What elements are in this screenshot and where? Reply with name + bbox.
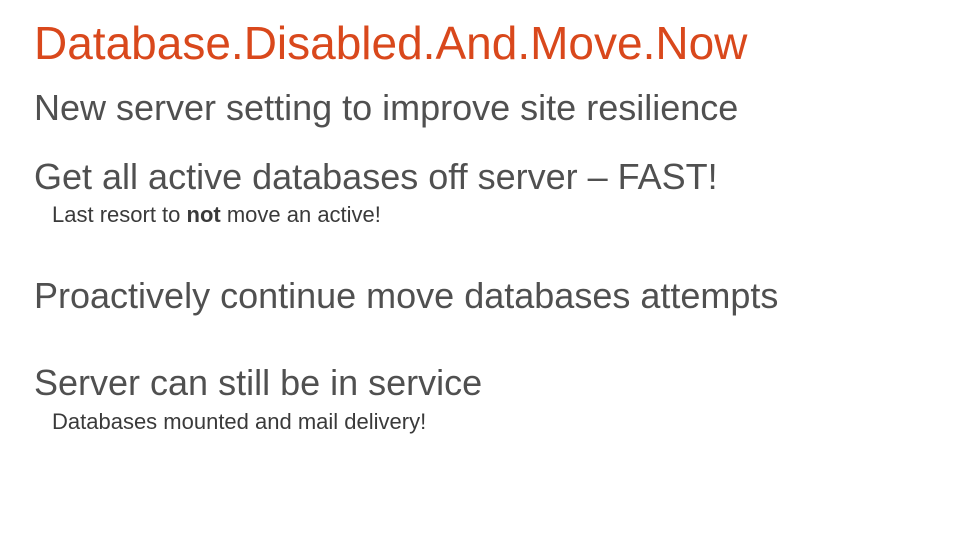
sub-last-resort-prefix: Last resort to bbox=[52, 202, 187, 227]
slide: Database.Disabled.And.Move.Now New serve… bbox=[0, 0, 979, 455]
sub-last-resort-strong: not bbox=[187, 202, 221, 227]
sub-mounted-delivery: Databases mounted and mail delivery! bbox=[52, 408, 945, 436]
heading-proactive: Proactively continue move databases atte… bbox=[34, 275, 945, 316]
sub-last-resort: Last resort to not move an active! bbox=[52, 201, 945, 229]
slide-title: Database.Disabled.And.Move.Now bbox=[34, 18, 945, 69]
sub-last-resort-suffix: move an active! bbox=[221, 202, 381, 227]
heading-get-off-server: Get all active databases off server – FA… bbox=[34, 156, 945, 197]
heading-resilience: New server setting to improve site resil… bbox=[34, 87, 945, 128]
heading-in-service: Server can still be in service bbox=[34, 362, 945, 403]
